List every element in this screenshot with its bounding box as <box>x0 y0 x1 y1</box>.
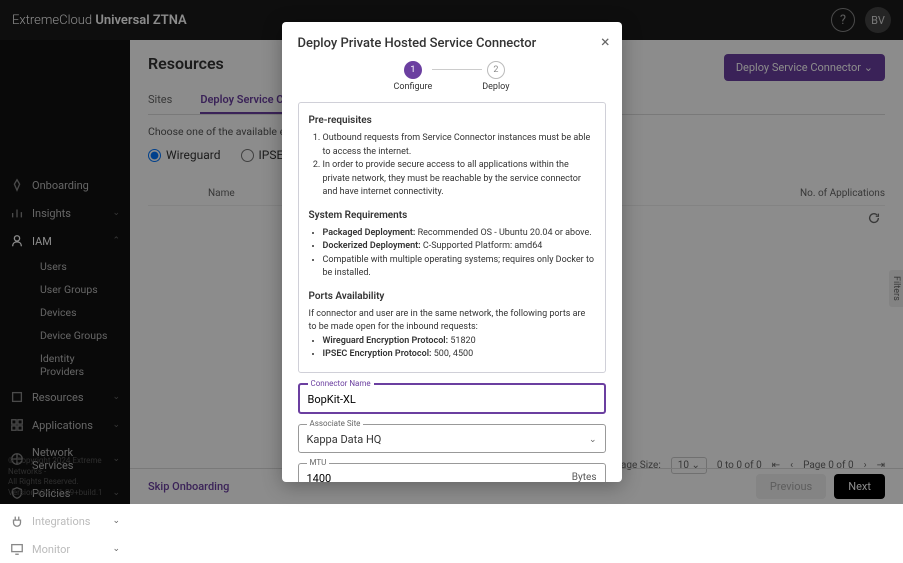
mtu-input[interactable] <box>307 472 510 483</box>
sidebar-item-monitor[interactable]: Monitor⌄ <box>0 535 130 563</box>
sidebar-item-integrations[interactable]: Integrations⌄ <box>0 507 130 535</box>
associate-site-field[interactable]: Associate Site Kappa Data HQ ⌄ <box>298 424 606 453</box>
plug-icon <box>10 514 24 528</box>
chevron-down-icon: ⌄ <box>112 544 120 554</box>
connector-name-field[interactable]: Connector Name <box>298 383 606 414</box>
step-configure: 1 Configure <box>394 61 433 92</box>
connector-name-input[interactable] <box>308 393 596 406</box>
modal-title: Deploy Private Hosted Service Connector <box>298 36 606 51</box>
step-deploy: 2 Deploy <box>482 61 509 92</box>
monitor-icon <box>10 542 24 556</box>
mtu-suffix: Bytes <box>572 472 597 483</box>
modal-overlay: × Deploy Private Hosted Service Connecto… <box>0 0 903 504</box>
mtu-field[interactable]: MTU Bytes <box>298 463 606 483</box>
stepper: 1 Configure 2 Deploy <box>298 61 606 92</box>
close-icon[interactable]: × <box>601 32 610 51</box>
chevron-down-icon: ⌄ <box>112 516 120 526</box>
requirements-box: Pre-requisites Outbound requests from Se… <box>298 102 606 373</box>
chevron-down-icon: ⌄ <box>589 435 597 445</box>
deploy-modal: × Deploy Private Hosted Service Connecto… <box>282 22 622 482</box>
